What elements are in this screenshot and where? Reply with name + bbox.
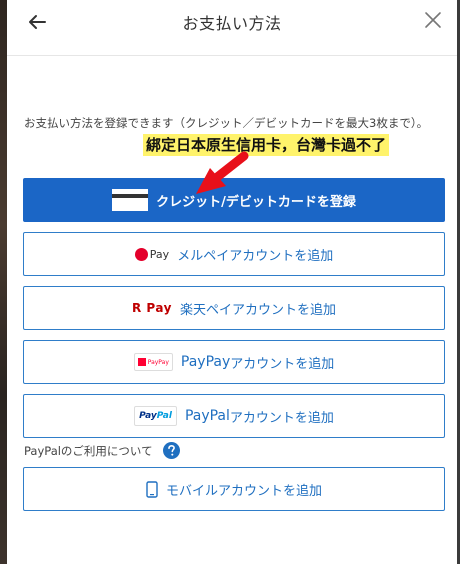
credit-card-icon (112, 189, 149, 211)
close-button[interactable] (419, 6, 447, 34)
paypal-about-link[interactable]: PayPalのご利用について (24, 443, 153, 459)
annotation-note: 綁定日本原生信用卡，台灣卡過不了 (143, 134, 390, 156)
add-paypal-button[interactable]: Pay Pal PayPal アカウントを追加 (23, 394, 445, 438)
paypal-logo-text-1: Pay (139, 411, 157, 421)
page-title: お支払い方法 (182, 14, 282, 33)
paypay-brand-label: PayPay (180, 354, 231, 370)
header: お支払い方法 (7, 0, 457, 56)
add-paypal-label: アカウントを追加 (229, 410, 334, 426)
add-rakuten-pay-label: 楽天ペイアカウントを追加 (179, 302, 336, 318)
add-merpay-button[interactable]: Pay メルペイアカウントを追加 (23, 232, 445, 276)
paypay-icon: PayPay (133, 353, 173, 371)
paypal-about-row: PayPalのご利用について (24, 442, 180, 459)
add-mobile-account-label: モバイルアカウントを追加 (165, 483, 322, 499)
background-strip-left (0, 0, 7, 564)
paypay-logo-text: PayPay (147, 358, 169, 366)
add-mobile-account-button[interactable]: モバイルアカウントを追加 (23, 467, 445, 511)
help-icon[interactable] (162, 442, 180, 459)
mobile-phone-icon (146, 480, 158, 498)
paypal-logo-text-2: Pal (156, 411, 172, 421)
add-paypay-button[interactable]: PayPay PayPay アカウントを追加 (23, 340, 445, 384)
paypal-icon: Pay Pal (134, 406, 177, 426)
add-rakuten-pay-button[interactable]: R Pay 楽天ペイアカウントを追加 (23, 286, 445, 330)
add-paypay-label: アカウントを追加 (230, 356, 335, 372)
register-credit-card-button[interactable]: クレジット/デビットカードを登録 (23, 178, 445, 222)
register-credit-card-label: クレジット/デビットカードを登録 (156, 194, 356, 210)
rakuten-pay-icon: R Pay (132, 301, 172, 315)
merpay-icon: Pay (134, 247, 170, 261)
payment-description: お支払い方法を登録できます（クレジット／デビットカードを最大3枚まで）。 (24, 116, 429, 130)
close-icon (425, 12, 441, 28)
paypal-brand-label: PayPal (184, 408, 230, 424)
add-merpay-label: メルペイアカウントを追加 (177, 248, 334, 264)
merpay-logo-text: Pay (149, 247, 170, 261)
